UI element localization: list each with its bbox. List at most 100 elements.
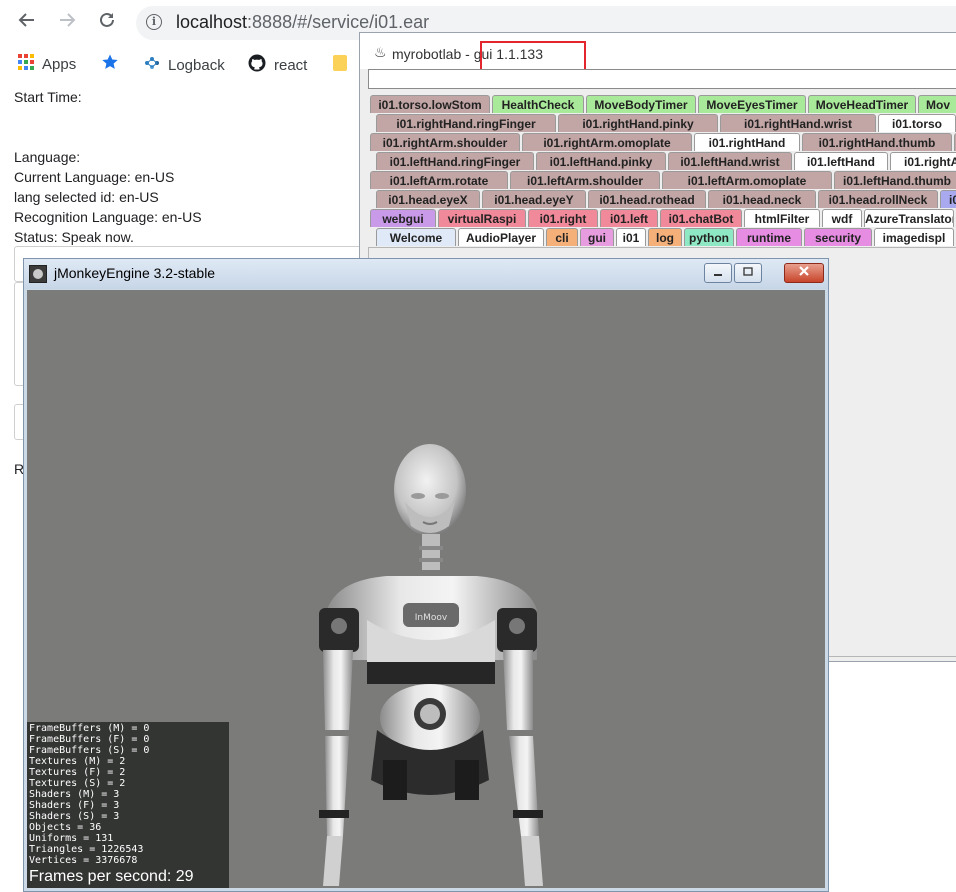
tab-python[interactable]: python: [684, 228, 734, 246]
bookmark-react[interactable]: react: [248, 54, 307, 78]
tab-cli[interactable]: cli: [546, 228, 578, 246]
url-path: :8888/#/service/i01.ear: [247, 12, 430, 32]
tab-virtualraspi[interactable]: virtualRaspi: [438, 209, 526, 227]
tab-i01-lefthand-wrist[interactable]: i01.leftHand.wrist: [668, 152, 792, 170]
jmonkey-app-icon: [29, 265, 47, 283]
stat-line: Shaders (S) = 3: [29, 811, 120, 822]
tab-i01-rightarm-omoplate[interactable]: i01.rightArm.omoplate: [522, 133, 692, 151]
tab-i01-rightarm-shoulder[interactable]: i01.rightArm.shoulder: [370, 133, 520, 151]
star-icon[interactable]: [102, 54, 118, 76]
minimize-button[interactable]: [704, 263, 732, 283]
tab-htmlfilter[interactable]: htmlFilter: [744, 209, 820, 227]
fps-readout: Frames per second: 29: [29, 868, 194, 885]
tab-imagedispl[interactable]: imagedispl: [874, 228, 954, 246]
tab-i01-head-eyex[interactable]: i01.head.eyeX: [376, 190, 480, 208]
tab-i01-left[interactable]: i01.left: [600, 209, 658, 227]
bookmark-logback[interactable]: Logback: [142, 54, 225, 78]
close-button[interactable]: [784, 263, 824, 283]
robot-left-upper-arm: [323, 650, 353, 730]
forward-arrow-icon[interactable]: [54, 10, 80, 36]
tab-i01-right[interactable]: i01.right: [528, 209, 598, 227]
tab-i01-head-eyey[interactable]: i01.head.eyeY: [482, 190, 586, 208]
tab-i01-chatbot[interactable]: i01.chatBot: [660, 209, 742, 227]
tab-webgui[interactable]: webgui: [370, 209, 436, 227]
status-text: Status: Speak now.: [14, 229, 134, 245]
tab-i01-lefthand-thumb[interactable]: i01.leftHand.thumb: [834, 171, 956, 189]
tab-movebodytimer[interactable]: MoveBodyTimer: [586, 95, 696, 113]
jmonkey-window: jMonkeyEngine 3.2-stable InMoov FrameBuf…: [23, 258, 829, 892]
tab-i01-leftarm-rotate[interactable]: i01.leftArm.rotate: [370, 171, 508, 189]
minimize-icon: [714, 274, 722, 276]
tab-gui[interactable]: gui: [580, 228, 614, 246]
tab-moveheadtimer[interactable]: MoveHeadTimer: [808, 95, 916, 113]
tab-i01-lefthand-ringfinger[interactable]: i01.leftHand.ringFinger: [376, 152, 534, 170]
jme-window-title: jMonkeyEngine 3.2-stable: [54, 265, 216, 281]
tab-i01-head-rollneck[interactable]: i01.head.rollNeck: [818, 190, 938, 208]
url-host: localhost: [176, 12, 248, 32]
current-language-text: Current Language: en-US: [14, 169, 175, 185]
tab-i01-righthand-ringfinger[interactable]: i01.rightHand.ringFinger: [376, 114, 556, 132]
stat-line: Triangles = 1226543: [29, 844, 144, 855]
tab-i01-righthand-pinky[interactable]: i01.rightHand.pinky: [558, 114, 718, 132]
tab-i01-rightar[interactable]: i01.rightAr: [890, 152, 956, 170]
tab-azuretranslator[interactable]: AzureTranslator: [864, 209, 954, 227]
tab-moveeyestimer[interactable]: MoveEyesTimer: [698, 95, 806, 113]
robot-right-upper-arm: [503, 650, 533, 730]
jme-titlebar[interactable]: jMonkeyEngine 3.2-stable: [24, 259, 828, 289]
folder-icon[interactable]: [333, 53, 347, 79]
logback-icon: [142, 54, 160, 78]
stat-line: Shaders (F) = 3: [29, 800, 120, 811]
stat-line: FrameBuffers (M) = 0: [29, 723, 150, 734]
maximize-icon: [743, 267, 753, 276]
maximize-button[interactable]: [734, 263, 762, 283]
tab-wdf[interactable]: wdf: [822, 209, 862, 227]
tab-audioplayer[interactable]: AudioPlayer: [458, 228, 544, 246]
robot-neck: [422, 534, 440, 570]
stat-line: Shaders (M) = 3: [29, 789, 120, 800]
tab-mov[interactable]: Mov: [918, 95, 956, 113]
tab-i01-lefthand-pinky[interactable]: i01.leftHand.pinky: [536, 152, 666, 170]
chest-logo-text: InMoov: [415, 613, 448, 623]
tab-welcome[interactable]: Welcome: [376, 228, 456, 246]
stat-line: Textures (M) = 2: [29, 756, 126, 767]
swing-title-sep: -: [465, 46, 470, 62]
jme-3d-viewport[interactable]: InMoov FrameBuffers (M) = 0 FrameBuffers…: [27, 290, 825, 888]
back-arrow-icon[interactable]: [14, 10, 40, 36]
tab-i01-torso-lowstom[interactable]: i01.torso.lowStom: [370, 95, 490, 113]
bookmark-react-label: react: [274, 56, 308, 74]
tab-i01-head-neck[interactable]: i01.head.neck: [708, 190, 816, 208]
tab-i01-torso[interactable]: i01.torso: [878, 114, 956, 132]
stat-line: FrameBuffers (F) = 0: [29, 734, 150, 745]
close-icon: [799, 266, 809, 276]
tab-runtime[interactable]: runtime: [736, 228, 802, 246]
swing-command-input[interactable]: [368, 69, 956, 89]
tab-log[interactable]: log: [648, 228, 682, 246]
url-text: localhost:8888/#/service/i01.ear: [176, 12, 429, 33]
tab-i01-lefthand[interactable]: i01.leftHand: [794, 152, 888, 170]
tab-i01-leftarm-shoulder[interactable]: i01.leftArm.shoulder: [510, 171, 660, 189]
bookmark-logback-label: Logback: [168, 56, 225, 74]
tab-healthcheck[interactable]: HealthCheck: [492, 95, 584, 113]
tab-i01[interactable]: i01: [616, 228, 646, 246]
stat-line: Objects = 36: [29, 822, 102, 833]
jme-stats-panel: FrameBuffers (M) = 0 FrameBuffers (F) = …: [27, 722, 229, 888]
reload-icon[interactable]: [94, 10, 120, 36]
java-icon: ♨: [374, 44, 387, 60]
tab-security[interactable]: security: [804, 228, 872, 246]
info-icon[interactable]: i: [146, 14, 162, 30]
robot-right-forearm: [509, 736, 539, 836]
tab-i01-[interactable]: i01.: [940, 190, 956, 208]
stat-line: Uniforms = 131: [29, 833, 114, 844]
stat-line: FrameBuffers (S) = 0: [29, 745, 150, 756]
apps-grid-icon: [18, 54, 34, 76]
tab-i01-righthand-thumb[interactable]: i01.rightHand.thumb: [802, 133, 952, 151]
bookmark-apps[interactable]: Apps: [18, 54, 76, 76]
lang-selected-id-text: lang selected id: en-US: [14, 189, 159, 205]
tab-i01-head-rothead[interactable]: i01.head.rothead: [588, 190, 706, 208]
swing-titlebar[interactable]: ♨ myrobotlab - gui 1.1.133: [360, 33, 956, 73]
tab-i01-leftarm-omoplate[interactable]: i01.leftArm.omoplate: [662, 171, 832, 189]
robot-left-forearm: [325, 736, 349, 836]
tab-i01-righthand-wrist[interactable]: i01.rightHand.wrist: [720, 114, 876, 132]
start-time-label: Start Time:: [14, 89, 82, 105]
tab-i01-righthand[interactable]: i01.rightHand: [694, 133, 800, 151]
